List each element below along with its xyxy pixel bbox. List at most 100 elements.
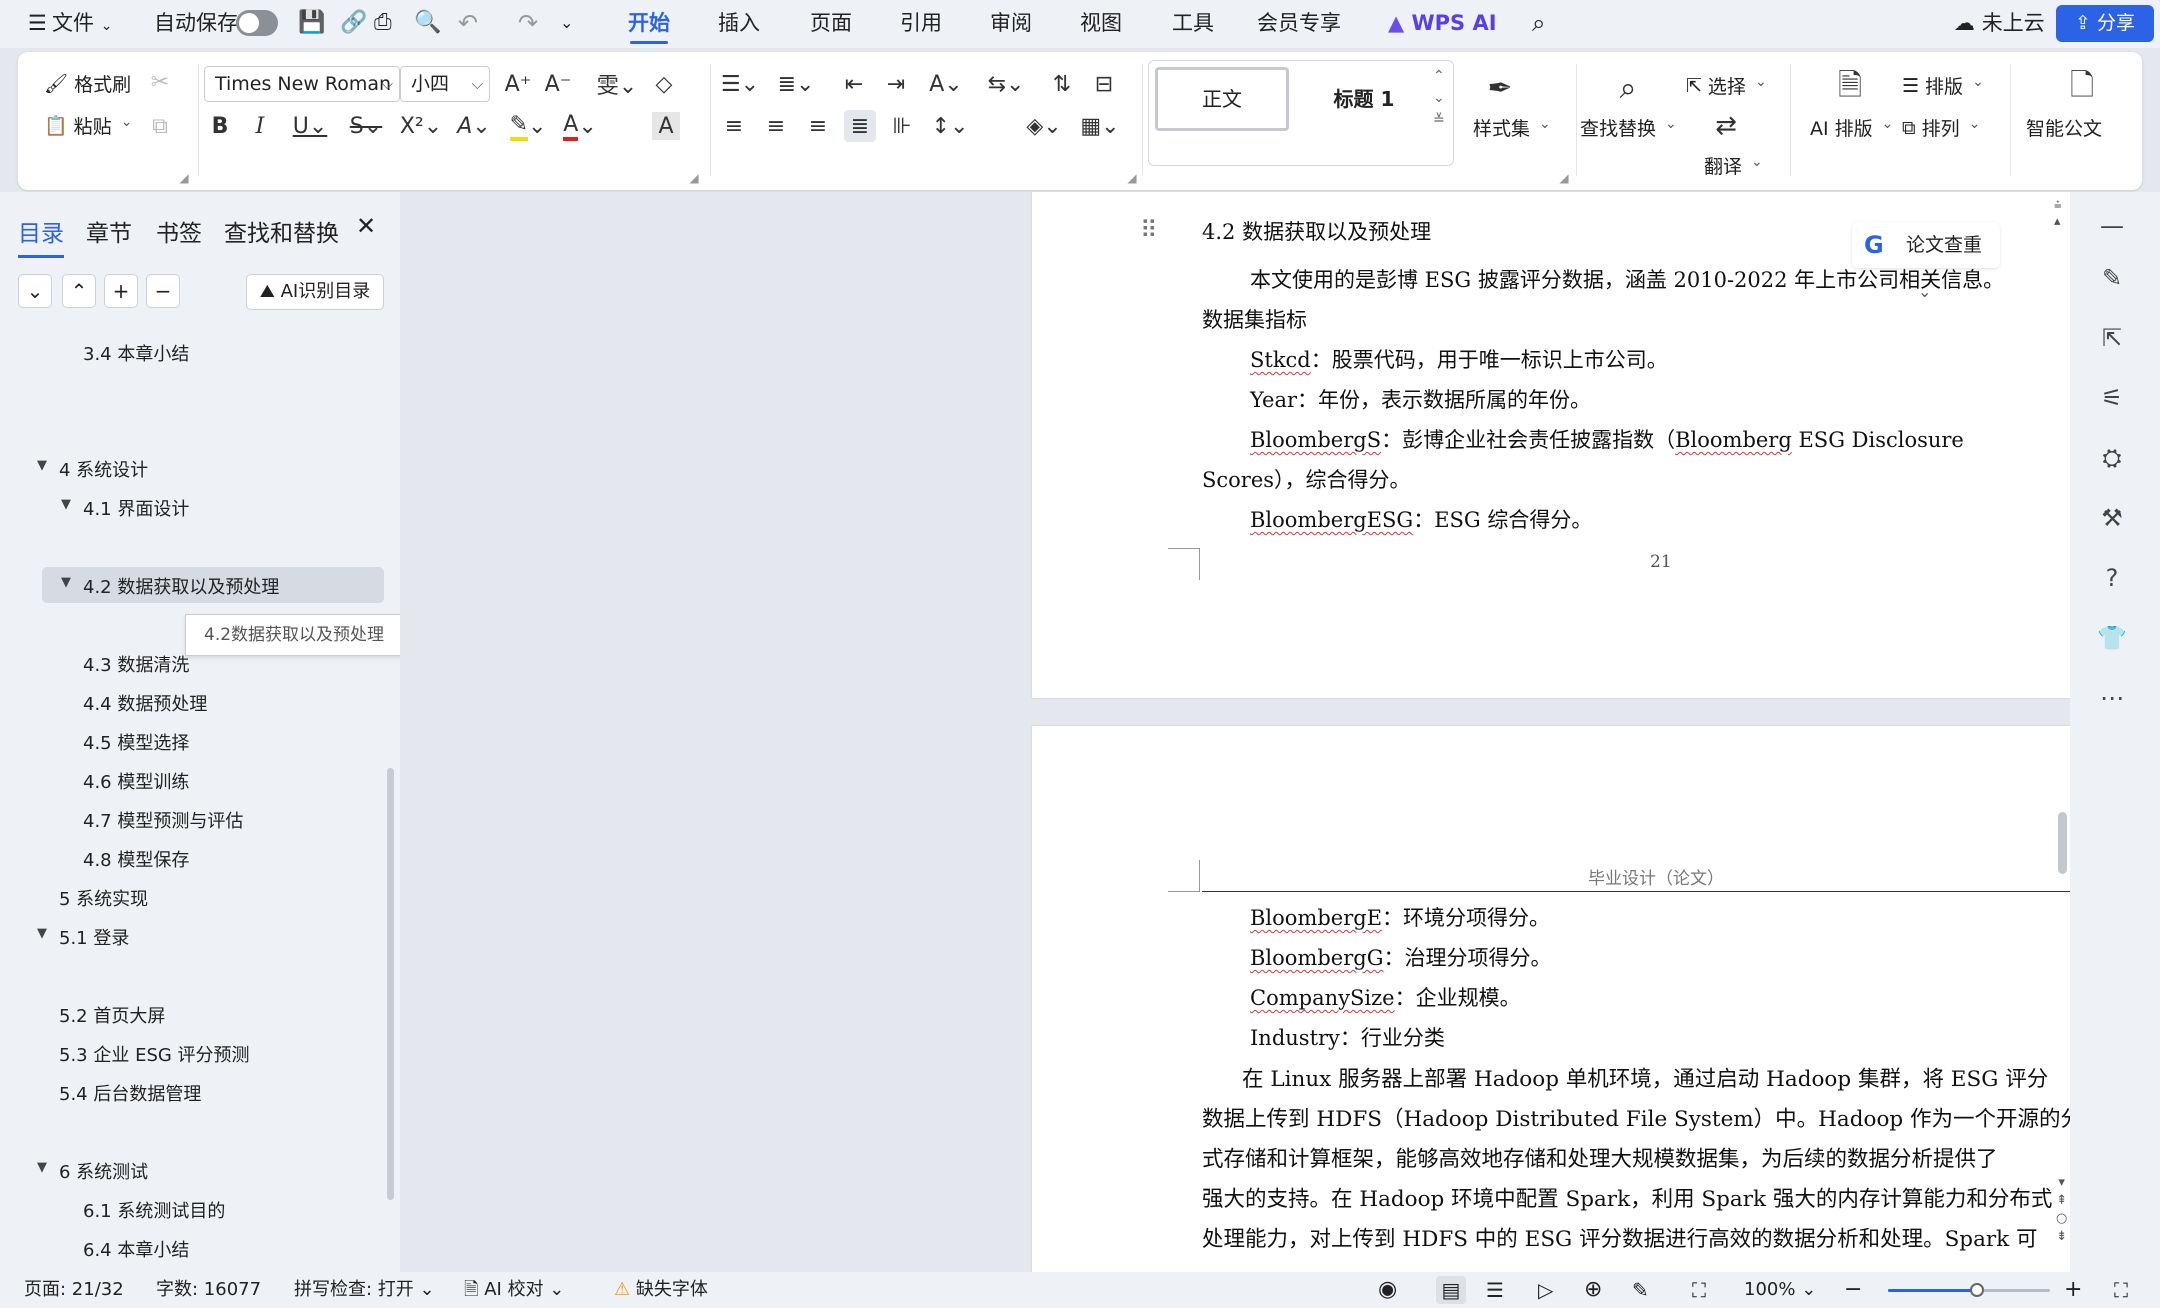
tools-icon[interactable]: ⚒ xyxy=(2092,498,2132,538)
toc-item[interactable]: 4.4 数据预处理 xyxy=(83,690,207,716)
add-heading-icon[interactable]: + xyxy=(104,274,138,308)
zoom-out-icon[interactable]: − xyxy=(1844,1272,1862,1308)
shirt-icon[interactable]: 👕 xyxy=(2092,618,2132,658)
increase-indent-icon[interactable]: ⇥ xyxy=(880,68,912,100)
fit-page-icon[interactable]: ⛶ xyxy=(1692,1272,1706,1308)
ai-toc-button[interactable]: ⛰ AI识别目录 xyxy=(246,274,384,310)
print-preview-icon[interactable]: 🔍 xyxy=(414,0,441,48)
align-right-icon[interactable]: ≡ xyxy=(802,110,834,142)
collapse-down-icon[interactable]: ⌄ xyxy=(18,274,52,308)
typeset-button[interactable]: ☰ 排版 xyxy=(1902,72,1984,99)
toc-item[interactable]: 4.7 模型预测与评估 xyxy=(83,807,243,833)
remove-heading-icon[interactable]: − xyxy=(146,274,180,308)
line-break-icon[interactable]: ⇆⌄ xyxy=(984,68,1028,100)
smart-doc-icon[interactable]: 🗋 xyxy=(2062,68,2102,108)
tab-insert[interactable]: 插入 xyxy=(718,0,760,48)
translate-button[interactable]: 翻译 xyxy=(1704,152,1763,179)
toc-item[interactable]: 5.2 首页大屏 xyxy=(59,1002,165,1028)
paragraph-line[interactable]: 数据上传到 HDFS（Hadoop Distributed File Syste… xyxy=(1202,1102,2070,1133)
tab-home[interactable]: 开始 xyxy=(628,0,670,48)
help-icon[interactable]: ? xyxy=(2092,558,2132,598)
char-shading-icon[interactable]: A xyxy=(652,112,680,140)
tab-toc[interactable]: 目录 xyxy=(18,214,64,258)
wps-ai-tab[interactable]: ▲ WPS AI xyxy=(1388,0,1497,48)
paste-button[interactable]: 📋 粘贴 xyxy=(44,112,132,139)
strikethrough-icon[interactable]: S⌄ xyxy=(344,110,388,142)
page-indicator[interactable]: 页面: 21/32 xyxy=(24,1272,124,1308)
align-left-icon[interactable]: ≡ xyxy=(718,110,750,142)
play-icon[interactable]: ▷ xyxy=(1538,1272,1553,1308)
adjust-sliders-icon[interactable]: ⚟ xyxy=(2092,378,2132,418)
text-effect-icon[interactable]: A⌄ xyxy=(452,110,496,142)
field-line[interactable]: BloombergS：彭博企业社会责任披露指数（Bloomberg ESG Di… xyxy=(1250,424,1964,454)
format-painter-button[interactable]: 🖌 格式刷 xyxy=(44,70,131,97)
line-spacing-icon[interactable]: ↕⌄ xyxy=(928,110,972,142)
field-line[interactable]: BloombergESG：ESG 综合得分。 xyxy=(1250,504,1592,534)
smart-doc-button[interactable]: 智能公文 xyxy=(2026,114,2102,141)
field-line[interactable]: CompanySize：企业规模。 xyxy=(1250,982,1521,1012)
file-menu[interactable]: 文件 ⌄ xyxy=(52,0,112,48)
field-line[interactable]: BloombergG：治理分项得分。 xyxy=(1250,942,1551,972)
highlight-icon[interactable]: ✎ ⌄ xyxy=(506,110,550,142)
spell-check-status[interactable]: 拼写检查: 打开 ⌄ xyxy=(294,1272,435,1308)
paragraph-line[interactable]: 在 Linux 服务器上部署 Hadoop 单机环境，通过启动 Hadoop 集… xyxy=(1242,1062,2048,1093)
paragraph-line[interactable]: 本文使用的是彭博 ESG 披露评分数据，涵盖 2010-2022 年上市公司相关… xyxy=(1250,264,2004,294)
close-pane-icon[interactable]: ✕ xyxy=(356,212,376,240)
paragraph-line[interactable]: 处理能力，对上传到 HDFS 中的 ESG 评分数据进行高效的数据分析和处理。S… xyxy=(1202,1222,2038,1253)
paragraph-expand-icon[interactable]: ◢ xyxy=(1116,162,1148,194)
tab-chapters[interactable]: 章节 xyxy=(86,214,132,248)
ai-layout-button[interactable]: AI 排版 xyxy=(1810,114,1893,141)
clear-format-icon[interactable]: ◇ xyxy=(648,68,680,100)
italic-icon[interactable]: I xyxy=(244,110,276,142)
font-expand-icon[interactable]: ◢ xyxy=(678,162,710,194)
cut-icon[interactable]: ✂ xyxy=(144,66,176,98)
toc-item[interactable]: 5.4 后台数据管理 xyxy=(59,1080,201,1106)
font-name-select[interactable]: Times New Roman ⌵ xyxy=(204,66,400,102)
underline-icon[interactable]: U⌄ xyxy=(288,110,332,142)
save-icon[interactable]: 💾 xyxy=(298,0,325,48)
bold-icon[interactable]: B xyxy=(204,110,236,142)
write-mode-icon[interactable]: ✎ xyxy=(1632,1272,1649,1308)
toc-item[interactable]: 3.4 本章小结 xyxy=(83,340,189,366)
arrange-button[interactable]: ⧉ 排列 xyxy=(1902,114,1980,141)
page-view-icon[interactable]: ▤ xyxy=(1436,1276,1466,1304)
show-marks-icon[interactable]: ⊟ xyxy=(1088,68,1120,100)
eye-protection-icon[interactable]: ◉ xyxy=(1378,1272,1397,1308)
sidebar-scrollbar[interactable] xyxy=(387,768,394,1200)
phonetic-guide-icon[interactable]: 雯⌄ xyxy=(592,68,642,100)
search-icon[interactable]: ⌕ xyxy=(1532,0,1545,48)
tab-page[interactable]: 页面 xyxy=(810,0,852,48)
zoom-in-icon[interactable]: + xyxy=(2064,1272,2082,1308)
style-normal[interactable]: 正文 xyxy=(1155,67,1289,131)
numbered-list-icon[interactable]: ≣⌄ xyxy=(774,68,818,100)
sort-icon[interactable]: ⇅ xyxy=(1046,68,1078,100)
toc-item[interactable]: 5 系统实现 xyxy=(59,885,148,911)
collapse-up-icon[interactable]: ⌃ xyxy=(62,274,96,308)
find-replace-button[interactable]: 查找替换 xyxy=(1580,114,1677,141)
toc-item[interactable]: 5.3 企业 ESG 评分预测 xyxy=(59,1041,250,1067)
ai-layout-icon[interactable]: 🗎 xyxy=(1830,68,1870,108)
section-heading[interactable]: 4.2 数据获取以及预处理 xyxy=(1202,216,1431,246)
hamburger-icon[interactable]: ☰ xyxy=(28,0,47,48)
toc-item[interactable]: 4.3 数据清洗 xyxy=(83,651,189,677)
word-count[interactable]: 字数: 16077 xyxy=(156,1272,261,1308)
field-line[interactable]: BloombergE：环境分项得分。 xyxy=(1250,902,1550,932)
outline-view-icon[interactable]: ☰ xyxy=(1486,1272,1504,1308)
zoom-slider[interactable] xyxy=(1888,1283,2050,1297)
toc-item[interactable]: 4.5 模型选择 xyxy=(83,729,189,755)
paragraph-line[interactable]: 强大的支持。在 Hadoop 环境中配置 Spark，利用 Spark 强大的内… xyxy=(1202,1182,2052,1213)
web-view-icon[interactable]: ⊕ xyxy=(1584,1272,1602,1308)
shading-icon[interactable]: ◈⌄ xyxy=(1022,110,1066,142)
tab-member[interactable]: 会员专享 xyxy=(1257,0,1341,48)
find-replace-icon[interactable]: ⌕ xyxy=(1608,68,1648,108)
toc-item[interactable]: ▼ 4 系统设计 xyxy=(37,456,148,482)
select-cursor-icon[interactable]: ⇱ xyxy=(2092,318,2132,358)
redo-icon[interactable]: ↷ xyxy=(518,0,538,48)
scroll-nav-icons[interactable]: ▾ ⇞ ○ ⇟ xyxy=(2056,1174,2067,1246)
tab-review[interactable]: 审阅 xyxy=(990,0,1032,48)
toc-item[interactable]: 6.1 系统测试目的 xyxy=(83,1197,225,1223)
font-color-icon[interactable]: A ⌄ xyxy=(558,110,602,142)
scroll-top-icon[interactable]: ⩮ ▴ xyxy=(2054,198,2062,230)
document-scrollbar-thumb[interactable] xyxy=(2058,812,2067,874)
style-set-icon[interactable]: ✒ xyxy=(1480,68,1520,108)
